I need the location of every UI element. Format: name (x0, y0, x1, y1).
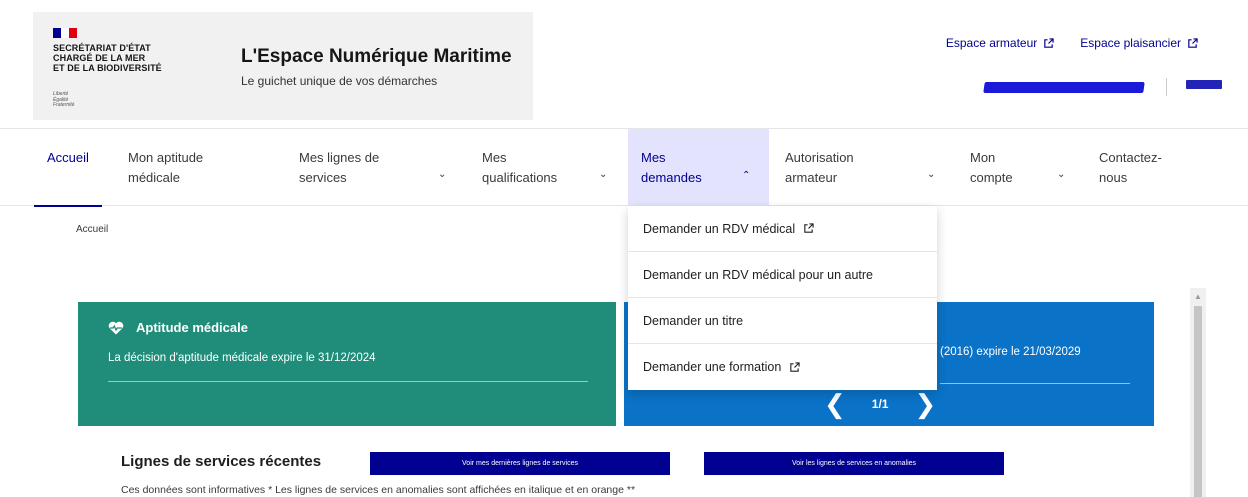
nav-qualifications-label: Mes qualifications (482, 150, 558, 185)
dropdown-item-formation[interactable]: Demander une formation (628, 344, 937, 390)
qualification-card-divider (940, 383, 1130, 384)
scroll-up-icon[interactable]: ▲ (1194, 292, 1202, 301)
header-quick-links: Espace armateur Espace plaisancier (946, 36, 1198, 50)
external-link-icon (804, 223, 814, 233)
site-header: SECRÉTARIAT D'ÉTAT CHARGÉ DE LA MER ET D… (0, 0, 1248, 128)
chevron-right-icon[interactable]: ❯ (914, 391, 936, 417)
info-disclaimer: Ces données sont informatives * Les lign… (121, 484, 636, 496)
nav-autorisation-armateur[interactable]: Autorisation armateur ⌄ (785, 129, 939, 205)
chevron-down-icon: ⌄ (438, 169, 447, 180)
medical-aptitude-card[interactable]: Aptitude médicale La décision d'aptitude… (78, 302, 616, 426)
espace-armateur-link[interactable]: Espace armateur (946, 36, 1054, 50)
dropdown-item-rdv-medical-autre-label: Demander un RDV médical pour un autre (643, 267, 873, 282)
redacted-user-name[interactable] (983, 82, 1145, 93)
french-flag-logo (53, 28, 77, 38)
redacted-user-id[interactable] (1186, 80, 1222, 89)
chevron-down-icon: ⌄ (927, 169, 936, 180)
chevron-down-icon: ⌄ (599, 169, 608, 180)
qualification-card-description: (2016) expire le 21/03/2029 (940, 346, 1081, 358)
nav-accueil[interactable]: Accueil (34, 129, 102, 207)
breadcrumb[interactable]: Accueil (76, 224, 108, 235)
espace-plaisancier-label: Espace plaisancier (1080, 36, 1181, 50)
nav-mes-demandes-label: Mes demandes (641, 150, 702, 185)
nav-lignes-services[interactable]: Mes lignes de services ⌄ (299, 129, 449, 205)
dropdown-item-titre[interactable]: Demander un titre (628, 298, 937, 344)
main-navigation: Accueil Mon aptitude médicale Mes lignes… (0, 128, 1248, 207)
nav-mon-compte[interactable]: Mon compte ⌄ (970, 129, 1068, 205)
ministry-name: SECRÉTARIAT D'ÉTAT CHARGÉ DE LA MER ET D… (53, 43, 162, 73)
card-pager: ❮ 1/1 ❯ (824, 391, 936, 417)
site-tagline: Le guichet unique de vos démarches (241, 74, 438, 88)
site-title[interactable]: L'Espace Numérique Maritime (241, 46, 512, 68)
user-separator (1166, 78, 1167, 96)
external-link-icon (1188, 37, 1198, 48)
medical-card-title: Aptitude médicale (108, 320, 248, 335)
chevron-up-icon: ⌃ (742, 170, 751, 181)
recent-lines-title: Lignes de services récentes (121, 453, 322, 470)
dropdown-item-formation-label: Demander une formation (643, 360, 782, 374)
brand-block[interactable]: SECRÉTARIAT D'ÉTAT CHARGÉ DE LA MER ET D… (33, 12, 533, 120)
page-indicator: 1/1 (871, 397, 889, 411)
medical-card-title-text: Aptitude médicale (136, 320, 248, 335)
republic-motto: Liberté Égalité Fraternité (53, 91, 75, 108)
nav-qualifications[interactable]: Mes qualifications ⌄ (482, 129, 612, 205)
dropdown-item-rdv-medical[interactable]: Demander un RDV médical (628, 206, 937, 252)
heart-pulse-icon (108, 321, 124, 334)
nav-aptitude-medicale[interactable]: Mon aptitude médicale (128, 129, 203, 205)
dropdown-item-rdv-medical-label: Demander un RDV médical (643, 221, 796, 236)
espace-armateur-label: Espace armateur (945, 36, 1038, 50)
view-anomalies-button[interactable]: Voir les lignes de services en anomalies (704, 452, 1004, 475)
nav-mes-demandes[interactable]: Mes demandes ⌃ (628, 129, 769, 205)
mes-demandes-dropdown: Demander un RDV médical Demander un RDV … (628, 206, 937, 390)
espace-plaisancier-link[interactable]: Espace plaisancier (1080, 36, 1198, 50)
nav-contactez-nous[interactable]: Contactez- nous (1099, 129, 1162, 205)
nav-aptitude-medicale-label: Mon aptitude médicale (128, 150, 204, 185)
external-link-icon (1044, 37, 1054, 48)
nav-autorisation-armateur-label: Autorisation armateur (785, 150, 854, 185)
medical-card-divider (108, 381, 588, 382)
medical-card-description: La décision d'aptitude médicale expire l… (108, 352, 376, 364)
dropdown-item-titre-label: Demander un titre (643, 313, 744, 328)
chevron-left-icon[interactable]: ❮ (824, 391, 846, 417)
nav-contactez-nous-label: Contactez- nous (1099, 150, 1162, 185)
external-link-icon (790, 361, 800, 372)
dropdown-item-rdv-medical-autre[interactable]: Demander un RDV médical pour un autre (628, 252, 937, 298)
nav-accueil-label: Accueil (47, 150, 89, 165)
view-last-lines-button[interactable]: Voir mes dernières lignes de services (370, 452, 670, 475)
chevron-down-icon: ⌄ (1057, 169, 1066, 180)
page-scrollbar[interactable]: ▲ (1190, 288, 1206, 497)
nav-mon-compte-label: Mon compte (970, 150, 1013, 185)
scrollbar-thumb[interactable] (1194, 306, 1202, 497)
nav-lignes-services-label: Mes lignes de services (299, 150, 380, 185)
